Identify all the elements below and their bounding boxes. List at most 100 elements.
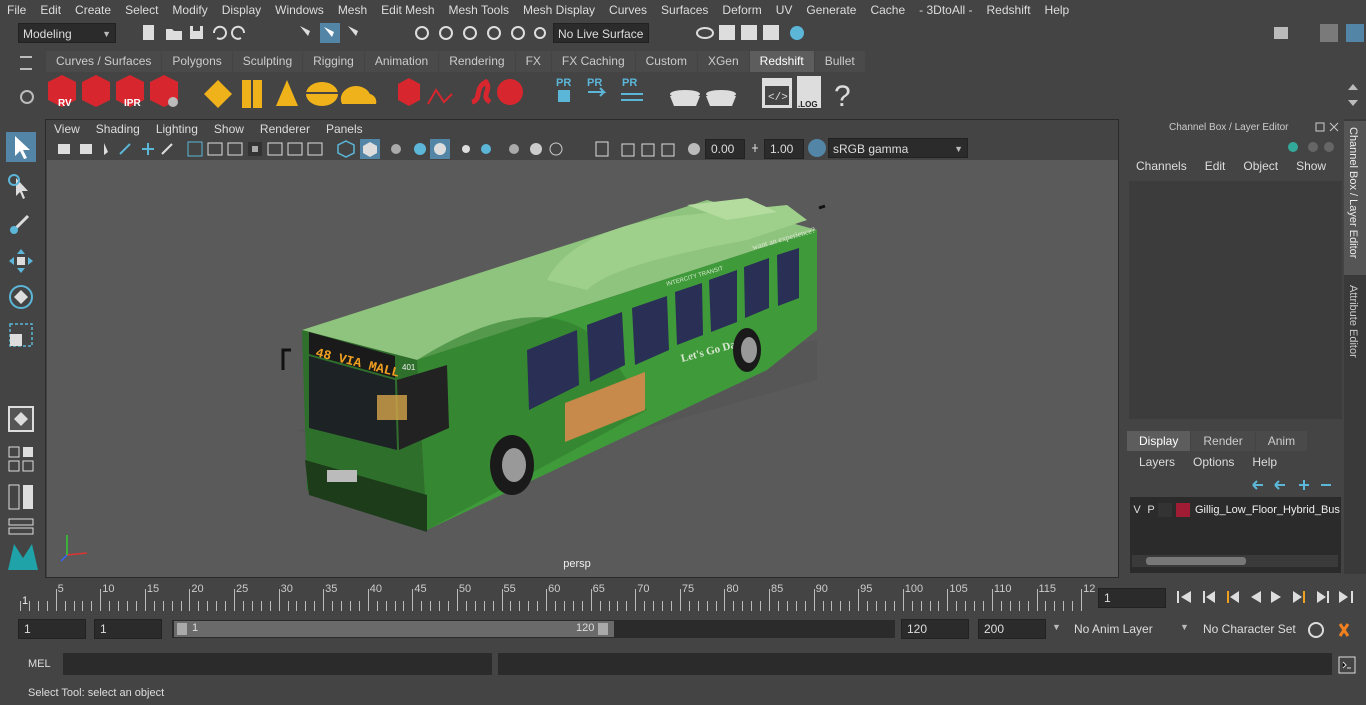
lasso-tool-icon[interactable] <box>6 172 36 202</box>
character-set-dropdown[interactable]: No Character Set <box>1197 619 1307 639</box>
menu-edit[interactable]: Edit <box>33 3 68 17</box>
channel-box-menu-edit[interactable]: Edit <box>1196 159 1235 173</box>
layout-single-icon[interactable] <box>6 404 36 434</box>
time-slider[interactable]: 5 10 15 20 25 30 35 40 45 50 55 60 65 70 75 80 85 90 95 100… <box>0 578 1366 616</box>
shelf-tab-polygons[interactable]: Polygons <box>162 51 232 72</box>
shelf-settings-icon[interactable] <box>20 90 34 104</box>
chevron-down-icon[interactable]: ▼ <box>1180 622 1189 632</box>
auto-key-icons[interactable] <box>1306 620 1360 640</box>
menu-curves[interactable]: Curves <box>602 3 654 17</box>
viewport-menu-view[interactable]: View <box>46 122 88 136</box>
range-slider[interactable]: 1 120 <box>172 620 895 638</box>
layer-playback-toggle[interactable]: P <box>1144 504 1158 516</box>
current-frame-field[interactable]: 1 <box>1098 588 1166 608</box>
shelf-tab-bullet[interactable]: Bullet <box>814 51 865 72</box>
range-end-field[interactable]: 200 <box>978 619 1046 639</box>
colorspace-dropdown[interactable]: sRGB gamma ▼ <box>828 138 968 158</box>
panel-window-icons[interactable] <box>1315 121 1343 133</box>
shelf-tab-fx[interactable]: FX <box>515 51 551 72</box>
viewport-toolbar-icons[interactable] <box>56 138 816 160</box>
scale-tool-icon[interactable] <box>6 320 36 350</box>
layer-action-icons[interactable] <box>1247 475 1337 495</box>
selection-mode-icons[interactable] <box>296 22 366 44</box>
snap-icons[interactable] <box>410 22 550 44</box>
shelf-tab-sculpting[interactable]: Sculpting <box>232 51 303 72</box>
channel-box-menu-show[interactable]: Show <box>1287 159 1335 173</box>
layer-tab-display[interactable]: Display <box>1127 431 1191 451</box>
menu-deform[interactable]: Deform <box>715 3 768 17</box>
tab-channel-box[interactable]: Channel Box / Layer Editor <box>1344 121 1366 275</box>
workspace-icons[interactable] <box>1270 22 1366 44</box>
command-language-label[interactable]: MEL <box>28 658 51 670</box>
viewport-menu-panels[interactable]: Panels <box>318 122 371 136</box>
shelf-icons[interactable]: RV IPR PR PR PR </> .LOG ? <box>42 72 1348 116</box>
channel-box-list[interactable] <box>1129 181 1342 419</box>
command-input[interactable] <box>63 653 492 675</box>
maya-logo-icon[interactable] <box>6 540 38 570</box>
viewport-menu-renderer[interactable]: Renderer <box>252 122 318 136</box>
menu-generate[interactable]: Generate <box>799 3 863 17</box>
viewport-menu-show[interactable]: Show <box>206 122 252 136</box>
menu-display[interactable]: Display <box>215 3 268 17</box>
menu-redshift[interactable]: Redshift <box>980 3 1038 17</box>
shelf-tab-xgen[interactable]: XGen <box>697 51 749 72</box>
exposure-field[interactable]: 0.00 <box>705 139 745 159</box>
script-editor-icon[interactable] <box>1338 656 1356 674</box>
menu-3dtoall[interactable]: - 3DtoAll - <box>912 3 979 17</box>
color-management-icon[interactable] <box>808 139 826 157</box>
menu-uv[interactable]: UV <box>769 3 800 17</box>
shelf-tab-redshift[interactable]: Redshift <box>749 51 814 72</box>
channel-box-tool-icons[interactable] <box>1285 139 1335 155</box>
gamma-field[interactable]: 1.00 <box>764 139 804 159</box>
layer-reference-toggle[interactable] <box>1158 503 1172 517</box>
shelf-tab-rigging[interactable]: Rigging <box>303 51 364 72</box>
tab-attribute-editor[interactable]: Attribute Editor <box>1344 279 1366 379</box>
shelf-tab-custom[interactable]: Custom <box>635 51 697 72</box>
viewport-menu-shading[interactable]: Shading <box>88 122 148 136</box>
bus-model[interactable]: 48 VIA MALL 401 Let's Go Dash want an ex… <box>47 160 1118 577</box>
layer-menu-help[interactable]: Help <box>1240 455 1283 469</box>
menu-help[interactable]: Help <box>1038 3 1077 17</box>
menu-mesh-tools[interactable]: Mesh Tools <box>442 3 516 17</box>
menu-mesh[interactable]: Mesh <box>331 3 374 17</box>
shelf-menu-icon[interactable] <box>20 56 32 70</box>
select-tool-icon[interactable] <box>6 132 36 162</box>
playback-end-field[interactable]: 120 <box>901 619 969 639</box>
menu-surfaces[interactable]: Surfaces <box>654 3 715 17</box>
layer-tab-render[interactable]: Render <box>1191 431 1255 451</box>
shelf-tab-animation[interactable]: Animation <box>364 51 439 72</box>
menu-modify[interactable]: Modify <box>165 3 214 17</box>
mode-dropdown[interactable]: Modeling ▼ <box>18 23 116 43</box>
menu-select[interactable]: Select <box>118 3 165 17</box>
playback-controls[interactable] <box>1175 587 1361 607</box>
layer-menu-layers[interactable]: Layers <box>1127 455 1181 469</box>
shelf-scroll-icon[interactable] <box>1347 80 1359 110</box>
layer-scrollbar[interactable] <box>1132 555 1338 567</box>
menu-create[interactable]: Create <box>68 3 118 17</box>
layout-four-icon[interactable] <box>6 444 36 474</box>
channel-box-menu-object[interactable]: Object <box>1234 159 1287 173</box>
layer-row[interactable]: V P Gillig_Low_Floor_Hybrid_Bus <box>1130 501 1341 519</box>
layer-visibility-toggle[interactable]: V <box>1130 504 1144 516</box>
paint-select-tool-icon[interactable] <box>6 208 36 238</box>
file-tools-icons[interactable] <box>140 23 260 43</box>
menu-mesh-display[interactable]: Mesh Display <box>516 3 602 17</box>
layer-color-swatch[interactable] <box>1176 503 1190 517</box>
move-tool-icon[interactable] <box>6 246 36 276</box>
menu-windows[interactable]: Windows <box>268 3 331 17</box>
viewport-menu-lighting[interactable]: Lighting <box>148 122 206 136</box>
menu-file[interactable]: File <box>0 3 33 17</box>
shelf-tab-curves-surfaces[interactable]: Curves / Surfaces <box>46 51 162 72</box>
chevron-down-icon[interactable]: ▼ <box>1052 622 1061 632</box>
layer-tab-anim[interactable]: Anim <box>1255 431 1308 451</box>
playback-start-field[interactable]: 1 <box>94 619 162 639</box>
channel-box-menu-channels[interactable]: Channels <box>1127 159 1196 173</box>
layer-name[interactable]: Gillig_Low_Floor_Hybrid_Bus <box>1195 504 1340 516</box>
shelf-tab-rendering[interactable]: Rendering <box>439 51 515 72</box>
live-surface-field[interactable]: No Live Surface <box>553 23 649 43</box>
menu-edit-mesh[interactable]: Edit Mesh <box>374 3 441 17</box>
layer-menu-options[interactable]: Options <box>1181 455 1240 469</box>
range-start-field[interactable]: 1 <box>18 619 86 639</box>
anim-layer-dropdown[interactable]: No Anim Layer <box>1068 619 1178 639</box>
render-icons[interactable] <box>695 22 815 44</box>
